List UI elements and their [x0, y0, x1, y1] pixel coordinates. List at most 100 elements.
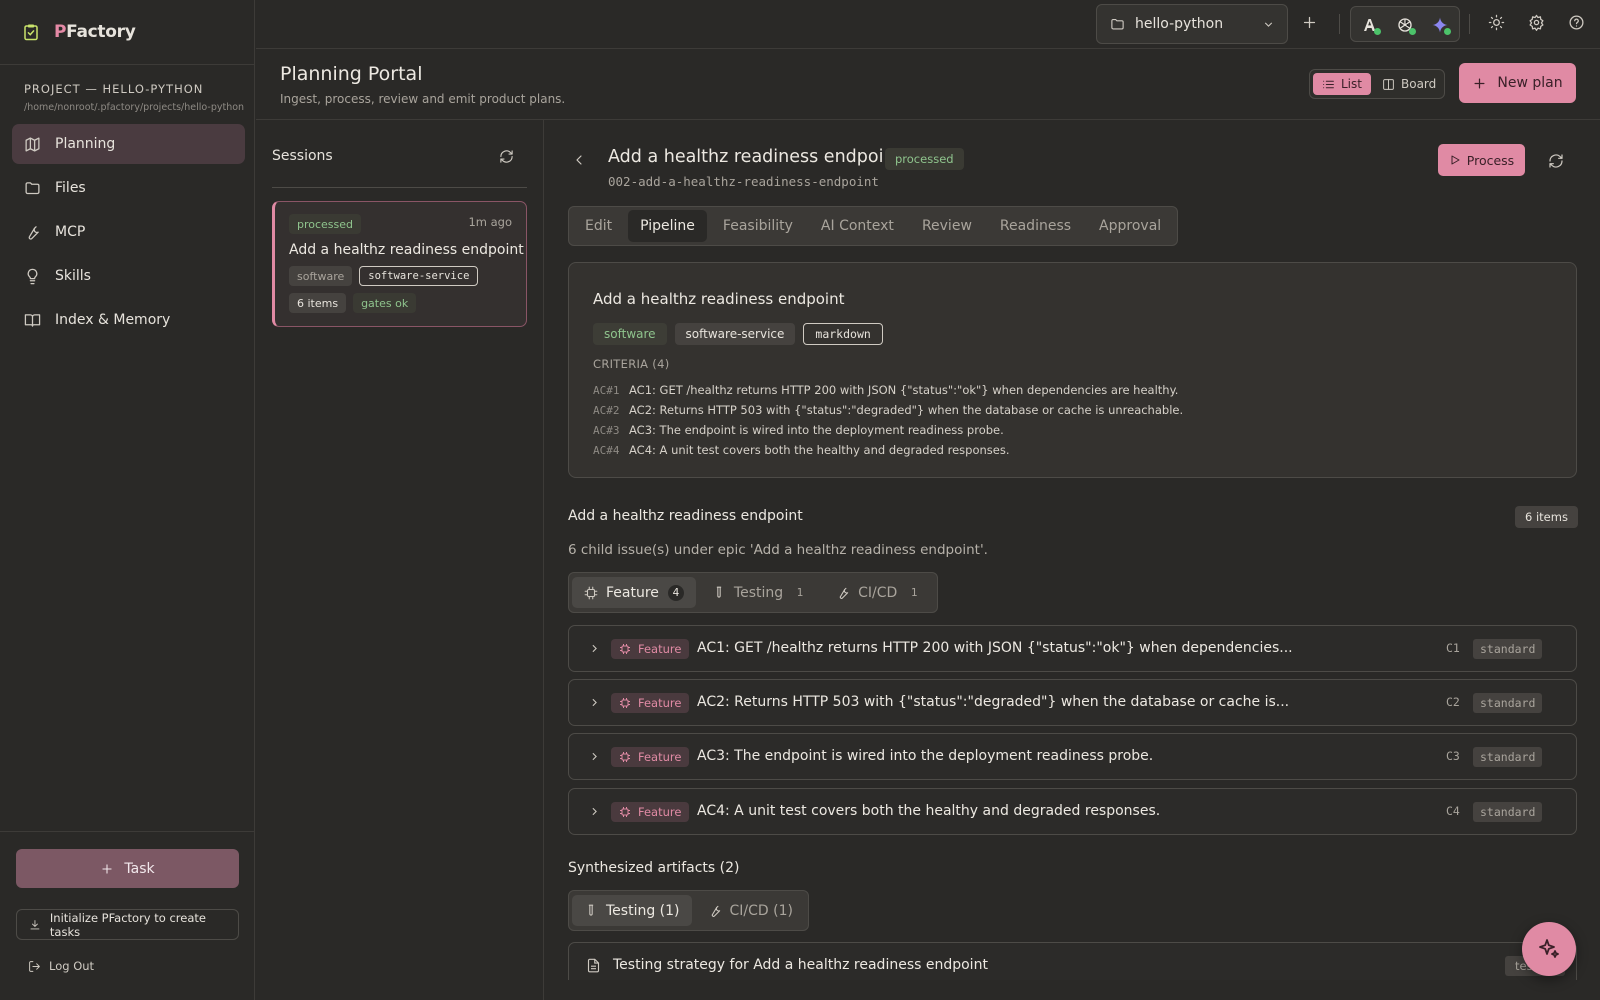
status-dot: [1444, 28, 1451, 35]
tab-testing[interactable]: Testing 1: [700, 577, 820, 608]
chevron-right-icon[interactable]: [588, 642, 601, 655]
criterion-text: AC3: The endpoint is wired into the depl…: [629, 423, 1004, 437]
criteria-list: AC#1 AC1: GET /healthz returns HTTP 200 w…: [593, 380, 1183, 460]
sessions-title: Sessions: [272, 148, 333, 164]
chevron-right-icon[interactable]: [588, 750, 601, 763]
artifact-row[interactable]: Testing strategy for Add a healthz readi…: [568, 942, 1577, 980]
refresh-icon[interactable]: [499, 149, 514, 164]
add-project-icon[interactable]: [1301, 14, 1318, 31]
issue-text: AC1: GET /healthz returns HTTP 200 with …: [697, 640, 1293, 656]
size-badge: standard: [1473, 693, 1543, 713]
page-header: Planning Portal Ingest, process, review …: [256, 49, 1600, 120]
sidebar-item-files[interactable]: Files: [12, 168, 245, 208]
tab-review[interactable]: Review: [910, 210, 984, 242]
view-list-label: List: [1341, 77, 1362, 91]
feature-tag-label: Feature: [638, 642, 682, 656]
issue-id: C4: [1446, 804, 1460, 818]
gates-badge: gates ok: [353, 293, 417, 313]
process-button[interactable]: Process: [1438, 144, 1525, 176]
issue-row[interactable]: Feature AC2: Returns HTTP 503 with {"sta…: [568, 679, 1577, 726]
sidebar-item-label: Skills: [55, 268, 91, 284]
download-icon: [30, 919, 40, 929]
chevron-down-icon: [1264, 22, 1273, 27]
logout-button[interactable]: Log Out: [28, 959, 94, 973]
session-card[interactable]: processed 1m ago Add a healthz readiness…: [272, 201, 527, 327]
plan-tabs: Edit Pipeline Feasibility AI Context Rev…: [568, 206, 1179, 246]
tab-pipeline[interactable]: Pipeline: [628, 210, 707, 242]
session-meta: 6 items gates ok: [289, 293, 417, 313]
size-badge: standard: [1473, 639, 1543, 659]
sidebar-item-mcp[interactable]: MCP: [12, 212, 245, 252]
sidebar-item-label: Index & Memory: [55, 312, 171, 328]
plan-summary-card: Add a healthz readiness endpoint softwar…: [568, 262, 1577, 478]
lightbulb-icon: [27, 268, 38, 284]
plan-slug: 002-add-a-healthz-readiness-endpoint: [608, 174, 879, 189]
sessions-panel: Sessions processed 1m ago Add a healthz …: [256, 120, 544, 1000]
view-board-button[interactable]: Board: [1373, 73, 1445, 95]
clipboard-check-icon: [24, 24, 38, 41]
chevron-right-icon[interactable]: [588, 696, 601, 709]
issue-row[interactable]: Feature AC4: A unit test covers both the…: [568, 788, 1577, 835]
issue-text: AC2: Returns HTTP 503 with {"status":"de…: [697, 694, 1290, 710]
tab-count: 1: [910, 586, 918, 599]
project-select[interactable]: hello-python: [1096, 4, 1288, 44]
refresh-icon[interactable]: [1548, 153, 1564, 169]
task-button[interactable]: Task: [16, 849, 239, 888]
session-time: 1m ago: [468, 215, 512, 229]
chip-icon: [584, 586, 598, 599]
settings-icon[interactable]: [1528, 14, 1545, 31]
tab-artifact-testing[interactable]: Testing (1): [572, 895, 692, 926]
feature-tag-label: Feature: [638, 805, 682, 819]
project-label: PROJECT — HELLO-PYTHON: [24, 82, 204, 96]
criterion: AC#4 AC4: A unit test covers both the hea…: [593, 440, 1183, 460]
sidebar-item-index-memory[interactable]: Index & Memory: [12, 300, 245, 340]
new-plan-label: New plan: [1497, 75, 1563, 91]
new-plan-button[interactable]: New plan: [1459, 63, 1576, 103]
theme-toggle-icon[interactable]: [1488, 14, 1505, 31]
task-button-label: Task: [124, 860, 155, 877]
tab-readiness[interactable]: Readiness: [988, 210, 1083, 242]
view-list-button[interactable]: List: [1313, 73, 1371, 95]
divider: [1469, 14, 1470, 34]
chevron-right-icon[interactable]: [588, 805, 601, 818]
items-badge: 6 items: [289, 293, 347, 313]
help-icon[interactable]: [1568, 14, 1585, 31]
criterion-text: AC4: A unit test covers both the healthy…: [629, 443, 1010, 457]
tab-count: 1: [796, 586, 804, 599]
ai-assistant-button[interactable]: [1522, 922, 1576, 976]
tab-artifact-cicd[interactable]: CI/CD (1): [696, 895, 805, 926]
plan-card-title: Add a healthz readiness endpoint: [593, 290, 845, 308]
map-icon: [25, 136, 40, 152]
tab-feasibility[interactable]: Feasibility: [711, 210, 805, 242]
issue-row[interactable]: Feature AC3: The endpoint is wired into …: [568, 733, 1577, 780]
tab-label: CI/CD: [858, 584, 898, 601]
sidebar-item-skills[interactable]: Skills: [12, 256, 245, 296]
issue-row[interactable]: Feature AC1: GET /healthz returns HTTP 2…: [568, 625, 1577, 672]
test-tube-icon: [588, 904, 594, 916]
tab-ai-context[interactable]: AI Context: [809, 210, 906, 242]
sidebar-item-planning[interactable]: Planning: [12, 124, 245, 164]
category-tabs: Feature 4 Testing 1 CI/CD 1: [568, 572, 939, 613]
size-badge: standard: [1473, 802, 1543, 822]
feature-tag: Feature: [611, 639, 690, 659]
plus-icon: [102, 863, 112, 874]
test-tube-icon: [716, 586, 722, 598]
plan-title: Add a healthz readiness endpoint: [608, 147, 902, 167]
issue-text: AC3: The endpoint is wired into the depl…: [697, 748, 1154, 764]
criterion: AC#2 AC2: Returns HTTP 503 with {"status"…: [593, 400, 1183, 420]
plan-detail: Add a healthz readiness endpoint process…: [545, 120, 1600, 980]
chevron-left-icon[interactable]: [571, 152, 587, 168]
tab-cicd[interactable]: CI/CD 1: [824, 577, 934, 608]
initialize-button[interactable]: Initialize PFactory to create tasks: [16, 909, 239, 940]
tab-label: Feature: [606, 584, 659, 601]
tab-edit[interactable]: Edit: [573, 210, 624, 242]
plus-icon: [1474, 78, 1485, 88]
tab-approval[interactable]: Approval: [1087, 210, 1173, 242]
tag: software-service: [674, 323, 796, 345]
status-dot: [1374, 28, 1381, 35]
sidebar-footer: Task Initialize PFactory to create tasks…: [0, 831, 255, 1000]
tab-feature[interactable]: Feature 4: [572, 577, 696, 608]
feature-tag: Feature: [611, 693, 690, 713]
view-toggle: List Board: [1309, 69, 1445, 99]
status-badge: processed: [289, 214, 362, 234]
